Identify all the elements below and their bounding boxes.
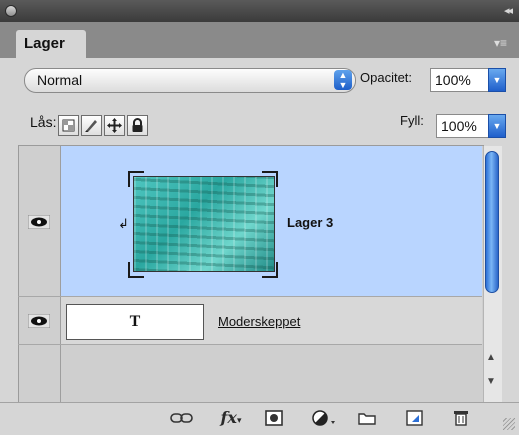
new-layer-icon[interactable] — [404, 408, 426, 428]
opacity-field[interactable]: 100% — [430, 68, 490, 92]
selection-corner — [128, 262, 144, 278]
lock-label: Lås: — [30, 114, 57, 130]
new-group-icon[interactable] — [356, 408, 378, 428]
lock-position-icon[interactable] — [104, 115, 125, 136]
panel-title-bar — [0, 0, 519, 22]
close-icon[interactable] — [5, 5, 17, 17]
scroll-up-icon[interactable]: ▲ — [486, 352, 496, 363]
layer-thumbnail[interactable] — [133, 176, 275, 272]
fill-label: Fyll: — [400, 113, 424, 128]
panel-menu-icon[interactable]: ▾≡ — [494, 36, 507, 50]
link-layers-icon[interactable] — [168, 408, 196, 428]
opacity-label: Opacitet: — [360, 70, 413, 85]
scroll-down-icon[interactable]: ▼ — [486, 376, 496, 387]
lock-all-icon[interactable] — [127, 115, 148, 136]
delete-layer-icon[interactable] — [450, 408, 472, 428]
lock-transparency-icon[interactable] — [58, 115, 79, 136]
blend-mode-select[interactable]: Normal — [24, 68, 356, 93]
selection-corner — [262, 262, 278, 278]
fill-field[interactable]: 100% — [436, 114, 490, 138]
opacity-dropdown-icon[interactable]: ▼ — [488, 68, 506, 92]
fx-icon[interactable]: fx▾ — [214, 408, 248, 428]
fill-dropdown-icon[interactable]: ▼ — [488, 114, 506, 138]
eye-icon[interactable] — [27, 313, 51, 329]
eye-icon[interactable] — [27, 214, 51, 230]
selection-corner — [128, 171, 144, 187]
clipping-mask-arrow-icon: ↲ — [118, 216, 129, 231]
lock-image-pixels-icon[interactable] — [81, 115, 102, 136]
add-mask-icon[interactable] — [263, 408, 285, 428]
tab-layers[interactable]: Lager — [16, 30, 86, 58]
layer-name[interactable]: Moderskeppet — [218, 314, 300, 329]
fx-label: fx — [220, 408, 237, 427]
adjustment-layer-icon[interactable] — [310, 408, 338, 428]
layers-toolbar — [0, 402, 519, 435]
resize-grip-icon[interactable] — [503, 418, 515, 430]
collapse-panel-icon[interactable]: ◂◂ — [504, 4, 513, 18]
scrollbar-thumb[interactable] — [485, 151, 499, 293]
visibility-column — [18, 146, 61, 402]
layer-name[interactable]: Lager 3 — [287, 215, 333, 230]
text-layer-thumbnail[interactable]: T — [66, 304, 204, 340]
blend-mode-value: Normal — [37, 72, 83, 88]
selection-corner — [262, 171, 278, 187]
row-divider — [18, 344, 482, 345]
blend-mode-stepper-icon[interactable]: ▲ ▼ — [334, 70, 352, 90]
